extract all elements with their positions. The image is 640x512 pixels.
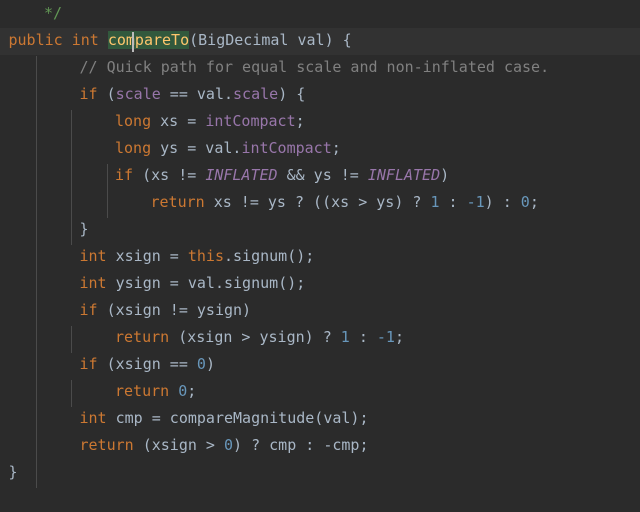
code-token: long [115, 139, 152, 157]
code-token: return [150, 193, 205, 211]
code-token: return [115, 328, 170, 346]
code-line[interactable]: return (xsign > ysign) ? 1 : -1; [0, 324, 640, 351]
code-token: ) [205, 355, 215, 373]
code-token: INFLATED [367, 166, 441, 184]
code-content[interactable]: */public int compareTo(BigDecimal val) {… [0, 0, 640, 486]
code-token: ) { [324, 31, 352, 49]
code-token: xs != ys ? ((xs > ys) ? [204, 193, 431, 211]
code-token: 0 [178, 382, 188, 400]
code-token: (); [278, 274, 306, 292]
code-line[interactable]: return (xsign > 0) ? cmp : -cmp; [0, 432, 640, 459]
code-token: signum [224, 274, 279, 292]
code-line[interactable]: } [0, 459, 640, 486]
code-line[interactable]: // Quick path for equal scale and non-in… [0, 54, 640, 81]
code-token: ) { [278, 85, 306, 103]
code-line[interactable]: int cmp = compareMagnitude(val); [0, 405, 640, 432]
code-token: : [349, 328, 377, 346]
code-token: if [79, 355, 98, 373]
code-line[interactable]: long ys = val.intCompact; [0, 135, 640, 162]
code-token: 0 [520, 193, 530, 211]
code-token: && ys != [277, 166, 368, 184]
code-token: 1 [340, 328, 350, 346]
code-token: -1 [466, 193, 485, 211]
code-token: if [79, 301, 98, 319]
code-token: // Quick path for equal scale and non-in… [79, 58, 550, 76]
code-token: long [115, 112, 152, 130]
code-token: */ [44, 4, 63, 22]
code-token: ) : [484, 193, 521, 211]
code-line[interactable]: */ [0, 0, 640, 27]
code-token: . [224, 247, 234, 265]
code-token: . [224, 85, 234, 103]
code-token: xs = [151, 112, 206, 130]
code-token: (xs != [133, 166, 206, 184]
code-token: ; [359, 436, 369, 454]
code-token: INFLATED [205, 166, 278, 184]
code-token: ( [97, 85, 116, 103]
code-token: (xsign != ysign) [97, 301, 252, 319]
code-token: xsign = [106, 247, 188, 265]
code-token: : [439, 193, 467, 211]
code-line[interactable]: long xs = intCompact; [0, 108, 640, 135]
code-line[interactable]: if (xsign == 0) [0, 351, 640, 378]
code-token: val [288, 31, 325, 49]
code-token: scale [115, 85, 161, 103]
code-line[interactable]: return 0; [0, 378, 640, 405]
code-token: ( [189, 31, 199, 49]
code-token: int [71, 31, 99, 49]
code-line[interactable]: } [0, 216, 640, 243]
code-line[interactable]: int xsign = this.signum(); [0, 243, 640, 270]
code-token: -1 [376, 328, 395, 346]
code-token: ; [331, 139, 341, 157]
code-token: return [79, 436, 134, 454]
text-caret [132, 32, 134, 52]
code-token: ; [295, 112, 305, 130]
code-token: BigDecimal [198, 31, 289, 49]
code-token: if [79, 85, 98, 103]
code-token: (xsign > [133, 436, 224, 454]
code-token: val [196, 85, 224, 103]
code-token: . [214, 274, 224, 292]
code-token: public [8, 31, 63, 49]
code-line[interactable]: if (xsign != ysign) [0, 297, 640, 324]
code-token: ys = val [151, 139, 233, 157]
code-token: 0 [224, 436, 234, 454]
code-line[interactable]: int ysign = val.signum(); [0, 270, 640, 297]
code-token: 0 [196, 355, 206, 373]
code-token: (); [287, 247, 315, 265]
code-token: int [79, 274, 107, 292]
code-token: (xsign == [97, 355, 197, 373]
code-token: ; [394, 328, 404, 346]
code-token: ; [359, 409, 369, 427]
code-editor[interactable]: */public int compareTo(BigDecimal val) {… [0, 0, 640, 512]
code-line[interactable]: if (scale == val.scale) { [0, 81, 640, 108]
code-token: signum [233, 247, 288, 265]
code-token: 1 [430, 193, 440, 211]
code-token: ; [187, 382, 197, 400]
code-token: return [115, 382, 170, 400]
code-token: } [79, 220, 89, 238]
code-token: intCompact [241, 139, 332, 157]
code-token: ; [529, 193, 539, 211]
code-line[interactable]: return xs != ys ? ((xs > ys) ? 1 : -1) :… [0, 189, 640, 216]
code-token: if [115, 166, 134, 184]
code-token: ) [440, 166, 450, 184]
code-token: int [79, 409, 107, 427]
code-token: int [79, 247, 107, 265]
code-token: } [8, 463, 18, 481]
code-token: ) ? cmp : -cmp [233, 436, 360, 454]
code-line[interactable]: public int compareTo(BigDecimal val) { [0, 27, 640, 54]
code-token: == [160, 85, 197, 103]
code-line[interactable]: if (xs != INFLATED && ys != INFLATED) [0, 162, 640, 189]
code-token: ysign = val [106, 274, 215, 292]
code-token: cmp = compareMagnitude(val) [106, 409, 360, 427]
code-token: scale [233, 85, 279, 103]
code-token: intCompact [205, 112, 296, 130]
code-token: this [187, 247, 224, 265]
code-token: compareTo [107, 31, 190, 49]
code-token: (xsign > ysign) ? [169, 328, 341, 346]
